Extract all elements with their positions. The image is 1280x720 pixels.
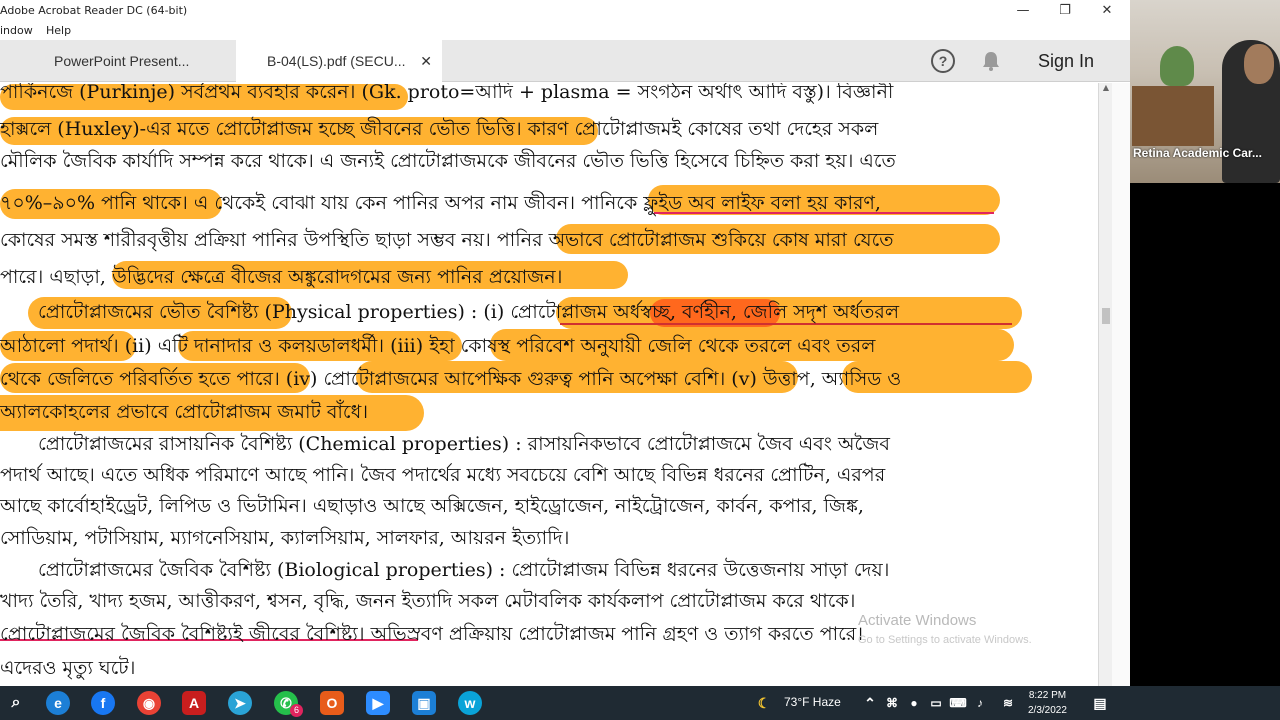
sign-in-button[interactable]: Sign In [1038, 51, 1094, 72]
menu-bar: indow Help [0, 22, 1130, 40]
face-image [1244, 44, 1274, 84]
window-title: Adobe Acrobat Reader DC (64-bit) [0, 4, 188, 17]
section-heading-biological: প্রোটোপ্লাজমের জৈবিক বৈশিষ্ট্য (Biologic… [38, 559, 890, 581]
text-line: আছে কার্বোহাইড্রেট, লিপিড ও ভিটামিন। এছা… [0, 495, 864, 517]
battery-icon[interactable]: ▭ [924, 691, 948, 715]
plant-image [1160, 46, 1194, 86]
acrobat-window: Adobe Acrobat Reader DC (64-bit) — ❐ ✕ i… [0, 0, 1130, 686]
text-line: পার্কিনজে (Purkinje) সর্বপ্রথম ব্যবহার ক… [0, 83, 894, 103]
section-heading-physical: প্রোটোপ্লাজমের ভৌত বৈশিষ্ট্য (Physical p… [38, 301, 900, 323]
text-line: ৭০%–৯০% পানি থাকে। এ থেকেই বোঝা যায় কেন… [0, 192, 881, 214]
section-heading-chemical: প্রোটোপ্লাজমের রাসায়নিক বৈশিষ্ট্য (Chem… [38, 433, 890, 455]
weather-text[interactable]: 73°F Haze [784, 695, 841, 709]
edge-icon[interactable]: e [46, 691, 70, 715]
tab-powerpoint[interactable]: PowerPoint Present... [0, 40, 235, 82]
facebook-icon[interactable]: f [91, 691, 115, 715]
help-icon[interactable]: ? [931, 49, 955, 73]
video-panel [1130, 183, 1280, 686]
text-line: হাক্সলে (Huxley)-এর মতে প্রোটোপ্লাজম হচ্… [0, 118, 879, 140]
activate-windows-title: Activate Windows [858, 612, 977, 629]
taskbar: ⌕ e f ◉ A ➤ ✆ 6 O ▶ ▣ w ☾ 73°F Haze ⌃ ⌘ … [0, 686, 1280, 720]
acrobat-icon[interactable]: A [182, 691, 206, 715]
close-window-button[interactable]: ✕ [1086, 0, 1128, 22]
close-tab-icon[interactable]: ✕ [420, 40, 432, 82]
chevron-up-icon[interactable]: ⌃ [858, 691, 882, 715]
keyboard-icon[interactable]: ⌨ [946, 691, 970, 715]
chrome-icon[interactable]: ◉ [137, 691, 161, 715]
text-line: প্রোটোপ্লাজমের জৈবিক বৈশিষ্ট্যই জীবের বৈ… [0, 623, 863, 645]
microphone-icon[interactable]: ● [902, 691, 926, 715]
telegram-icon[interactable]: ➤ [228, 691, 252, 715]
tab-pdf[interactable]: B-04(LS).pdf (SECU... ✕ [236, 40, 442, 82]
date: 2/3/2022 [1028, 705, 1067, 716]
cabinet-image [1132, 86, 1214, 146]
scroll-up-icon[interactable]: ▲ [1099, 83, 1113, 97]
network-icon[interactable]: ⌘ [880, 691, 904, 715]
bell-icon[interactable] [980, 50, 1002, 72]
vertical-scrollbar[interactable]: ▲ [1098, 83, 1112, 686]
text-line: মৌলিক জৈবিক কার্যাদি সম্পন্ন করে থাকে। এ… [0, 150, 896, 172]
wifi-icon[interactable]: ≋ [996, 691, 1020, 715]
activate-windows-subtitle: Go to Settings to activate Windows. [858, 634, 1032, 646]
office-icon[interactable]: O [320, 691, 344, 715]
notification-badge: 6 [290, 704, 303, 717]
text-line: থেকে জেলিতে পরিবর্তিত হতে পারে। (iv) প্র… [0, 368, 902, 390]
window-app-icon[interactable]: ▣ [412, 691, 436, 715]
tab-bar: PowerPoint Present... B-04(LS).pdf (SECU… [0, 40, 1130, 82]
maximize-button[interactable]: ❐ [1044, 0, 1086, 22]
pdf-page: পার্কিনজে (Purkinje) সর্বপ্রথম ব্যবহার ক… [0, 83, 1098, 686]
webcam-label: Retina Academic Car... [1133, 146, 1262, 160]
text-line: খাদ্য তৈরি, খাদ্য হজম, আত্তীকরণ, শ্বসন, … [0, 590, 856, 612]
scrollbar-thumb[interactable] [1102, 308, 1110, 324]
text-line: আঠালো পদার্থ। (ii) এটি দানাদার ও কলয়ডাল… [0, 335, 876, 357]
clock[interactable]: 8:22 PM 2/3/2022 [1028, 688, 1067, 718]
text-line: পদার্থ আছে। এতে অধিক পরিমাণে আছে পানি। জ… [0, 464, 886, 486]
text-line: এদেরও মৃত্যু ঘটে। [0, 657, 136, 679]
tab-label: PowerPoint Present... [54, 53, 190, 69]
text-line: কোষের সমস্ত শারীরবৃত্তীয় প্রক্রিয়া পান… [0, 229, 894, 251]
text-line: অ্যালকোহলের প্রভাবে প্রোটোপ্লাজম জমাট বা… [0, 401, 369, 423]
volume-icon[interactable]: ♪ [968, 691, 992, 715]
text-line: পারে। এছাড়া, উদ্ভিদের ক্ষেত্রে বীজের অঙ… [0, 266, 563, 288]
webcam-video: Retina Academic Car... [1130, 0, 1280, 183]
minimize-button[interactable]: — [1002, 0, 1044, 22]
time: 8:22 PM [1028, 690, 1067, 701]
right-pane [1112, 83, 1130, 686]
text-line: সোডিয়াম, পটাসিয়াম, ম্যাগনেসিয়াম, ক্যা… [0, 527, 570, 549]
weather-icon[interactable]: ☾ [752, 691, 776, 715]
tab-label: B-04(LS).pdf (SECU... [267, 53, 406, 69]
zoom-icon[interactable]: ▶ [366, 691, 390, 715]
notification-center-icon[interactable]: ▤ [1088, 691, 1112, 715]
title-bar: Adobe Acrobat Reader DC (64-bit) — ❐ ✕ [0, 0, 1130, 22]
search-icon[interactable]: ⌕ [4, 691, 28, 715]
menu-help[interactable]: Help [46, 24, 71, 37]
menu-window[interactable]: indow [0, 24, 33, 37]
app-icon[interactable]: w [458, 691, 482, 715]
